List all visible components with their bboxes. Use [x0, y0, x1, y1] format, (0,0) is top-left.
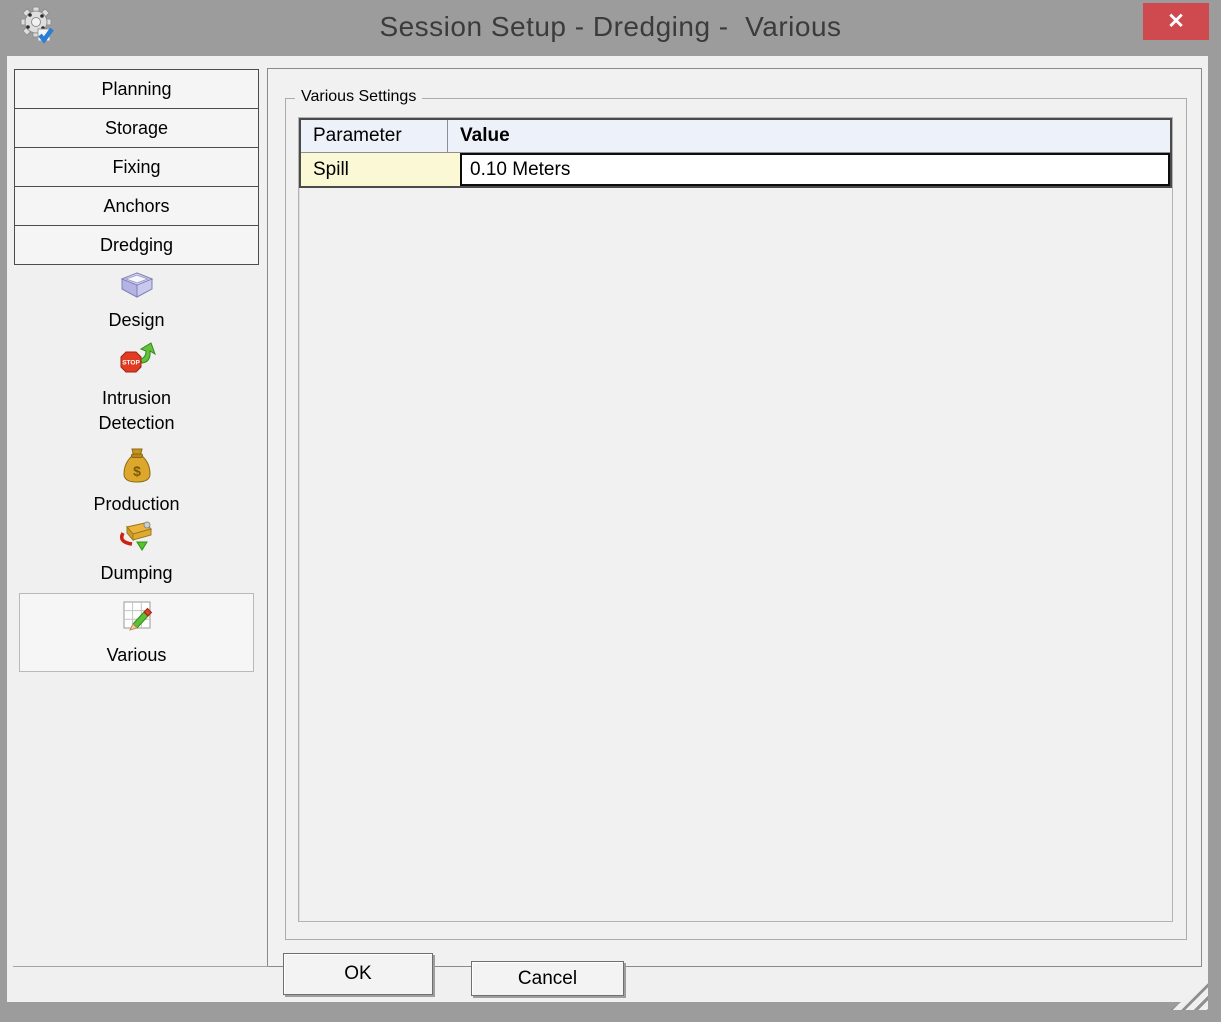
main-settings-panel: Various Settings Parameter Value Spill 0… [267, 68, 1202, 967]
title-bar: Session Setup - Dredging - Various ✕ [0, 0, 1221, 56]
cancel-button[interactable]: Cancel [471, 961, 624, 996]
sidebar-nav: Planning Storage Fixing Anchors Dredging [14, 69, 259, 265]
tool-item-production[interactable]: $ Production [14, 446, 259, 517]
bottom-divider [13, 966, 268, 967]
tool-item-intrusion-detection[interactable]: STOP Intrusion Detection [14, 340, 259, 436]
close-button[interactable]: ✕ [1143, 3, 1209, 40]
parameter-cell-spill[interactable]: Spill [301, 153, 460, 186]
groupbox-title: Various Settings [295, 88, 423, 106]
production-moneybag-icon: $ [121, 446, 153, 489]
tool-label: Various [106, 645, 167, 665]
sidebar-item-planning[interactable]: Planning [14, 69, 259, 109]
various-settings-groupbox: Various Settings Parameter Value Spill 0… [285, 88, 1187, 940]
close-icon: ✕ [1167, 10, 1185, 33]
tool-item-various-selected[interactable]: Various [19, 593, 254, 672]
column-header-value: Value [460, 125, 510, 146]
tool-label: Design [108, 310, 165, 330]
column-header-parameter: Parameter [301, 120, 448, 152]
dumping-icon [118, 519, 156, 558]
tool-label: Dumping [100, 563, 173, 583]
svg-text:STOP: STOP [122, 360, 140, 367]
various-grid-pencil-icon [120, 599, 154, 640]
sidebar-item-dredging[interactable]: Dredging [14, 225, 259, 265]
settings-grid-panel: Parameter Value Spill 0.10 Meters [298, 117, 1173, 922]
tool-label: Production [93, 494, 180, 514]
tool-label: Intrusion Detection [98, 388, 175, 433]
sidebar-item-anchors[interactable]: Anchors [14, 186, 259, 226]
table-row[interactable]: Spill 0.10 Meters [301, 153, 1170, 186]
value-cell-spill[interactable]: 0.10 Meters [460, 153, 1170, 186]
window-title: Session Setup - Dredging - Various [379, 11, 842, 42]
ok-button[interactable]: OK [283, 953, 433, 995]
sidebar-item-storage[interactable]: Storage [14, 108, 259, 148]
sidebar-item-fixing[interactable]: Fixing [14, 147, 259, 187]
table-header-row: Parameter Value [301, 120, 1170, 153]
dialog-window: Session Setup - Dredging - Various ✕ Pla… [0, 0, 1221, 1022]
design-box-icon [120, 270, 154, 305]
intrusion-detection-icon: STOP [118, 340, 156, 383]
tool-item-dumping[interactable]: Dumping [14, 519, 259, 586]
svg-text:$: $ [133, 463, 141, 479]
tool-item-design[interactable]: Design [14, 270, 259, 333]
parameters-table: Parameter Value Spill 0.10 Meters [299, 118, 1172, 188]
